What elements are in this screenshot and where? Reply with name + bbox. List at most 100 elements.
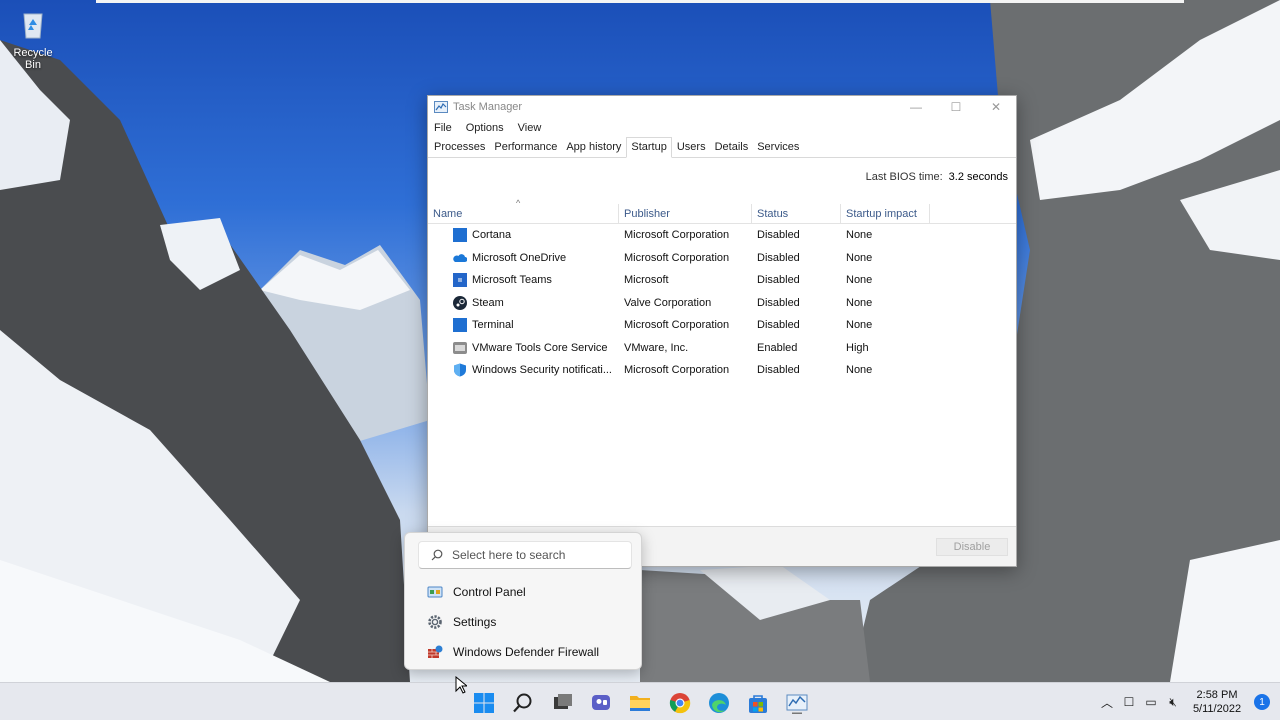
tab-users[interactable]: Users — [673, 138, 710, 157]
row-name: Microsoft Teams — [472, 274, 552, 287]
row-status: Enabled — [757, 341, 798, 354]
close-button[interactable]: ✕ — [976, 96, 1016, 118]
volume-muted-icon[interactable]: 🔇︎ — [1162, 683, 1184, 720]
tab-bar: Processes Performance App history Startu… — [428, 137, 1016, 158]
menu-options[interactable]: Options — [466, 122, 504, 134]
row-status: Disabled — [757, 364, 800, 377]
row-impact: None — [846, 229, 873, 242]
flyout-item-label: Windows Defender Firewall — [453, 645, 600, 659]
notification-badge[interactable]: 1 — [1254, 694, 1270, 710]
tray-app-icon[interactable]: ☐ — [1118, 683, 1140, 720]
tab-app-history[interactable]: App history — [562, 138, 625, 157]
startup-table: ^ Name Publisher Status Startup impact C… — [428, 198, 1016, 382]
menu-view[interactable]: View — [518, 122, 542, 134]
row-status: Disabled — [757, 251, 800, 264]
column-status[interactable]: Status — [752, 204, 841, 223]
edge-icon[interactable] — [708, 692, 730, 714]
column-startup-impact[interactable]: Startup impact — [841, 204, 930, 223]
store-icon[interactable] — [747, 692, 769, 714]
row-name: Cortana — [472, 229, 512, 242]
bios-time: Last BIOS time: 3.2 seconds — [866, 171, 1008, 183]
tab-services[interactable]: Services — [753, 138, 803, 157]
search-input[interactable]: Select here to search — [418, 541, 632, 569]
row-name: Windows Security notificati... — [472, 364, 612, 377]
control-panel-icon — [427, 586, 443, 598]
table-row[interactable]: Steam Valve Corporation Disabled None — [428, 292, 1016, 315]
chrome-icon[interactable] — [669, 692, 691, 714]
row-name: Terminal — [472, 319, 514, 332]
start-search-flyout: Select here to search Control Panel Sett… — [404, 532, 642, 670]
taskbar: ︿ ☐ ▭ 🔇︎ 2:58 PM 5/11/2022 1 — [0, 682, 1280, 720]
table-row[interactable]: VMware Tools Core Service VMware, Inc. E… — [428, 337, 1016, 360]
disable-button[interactable]: Disable — [936, 538, 1008, 556]
shield-icon — [454, 363, 466, 377]
row-name: Microsoft OneDrive — [472, 251, 567, 264]
row-impact: None — [846, 274, 873, 287]
table-row[interactable]: Cortana Microsoft Corporation Disabled N… — [428, 224, 1016, 247]
mouse-cursor-icon — [455, 676, 467, 694]
flyout-item-control-panel[interactable]: Control Panel — [427, 582, 526, 602]
file-explorer-icon[interactable] — [629, 692, 651, 714]
clock-date: 5/11/2022 — [1192, 703, 1242, 715]
table-header: ^ Name Publisher Status Startup impact — [428, 198, 1016, 224]
row-publisher: Microsoft Corporation — [624, 229, 730, 242]
tab-processes[interactable]: Processes — [430, 138, 489, 157]
flyout-item-settings[interactable]: Settings — [427, 612, 496, 632]
row-publisher: VMware, Inc. — [624, 341, 689, 354]
bios-value: 3.2 seconds — [948, 171, 1008, 183]
row-status: Disabled — [757, 229, 800, 242]
row-publisher: Valve Corporation — [624, 296, 712, 309]
row-name: VMware Tools Core Service — [472, 341, 608, 354]
search-icon — [431, 549, 443, 561]
clock-time: 2:58 PM — [1196, 689, 1238, 701]
onedrive-icon — [453, 253, 467, 262]
clock[interactable]: 2:58 PM 5/11/2022 — [1184, 688, 1250, 716]
recycle-bin[interactable]: Recycle Bin — [4, 8, 62, 71]
task-view-icon[interactable] — [552, 692, 574, 714]
recycle-bin-label: Recycle Bin — [13, 47, 53, 71]
table-row[interactable]: Windows Security notificati... Microsoft… — [428, 359, 1016, 382]
gear-icon — [428, 615, 442, 629]
tab-startup[interactable]: Startup — [626, 137, 672, 158]
minimize-button[interactable]: — — [896, 96, 936, 118]
row-publisher: Microsoft Corporation — [624, 364, 730, 377]
steam-icon — [453, 295, 467, 310]
search-placeholder: Select here to search — [452, 548, 566, 562]
network-icon[interactable]: ▭ — [1140, 683, 1162, 720]
row-status: Disabled — [757, 274, 800, 287]
row-name: Steam — [472, 296, 504, 309]
search-icon[interactable] — [512, 692, 534, 714]
start-windows-icon[interactable] — [473, 692, 495, 714]
vmware-icon — [453, 341, 467, 354]
window-title: Task Manager — [453, 101, 523, 113]
sort-up-icon: ^ — [516, 198, 521, 208]
flyout-item-label: Settings — [453, 615, 497, 629]
tab-details[interactable]: Details — [711, 138, 753, 157]
flyout-item-firewall[interactable]: Windows Defender Firewall — [427, 642, 599, 662]
tab-performance[interactable]: Performance — [490, 138, 561, 157]
menu-file[interactable]: File — [434, 122, 452, 134]
row-status: Disabled — [757, 296, 800, 309]
row-publisher: Microsoft Corporation — [624, 251, 730, 264]
table-row[interactable]: Microsoft Teams Microsoft Disabled None — [428, 269, 1016, 292]
chat-icon[interactable] — [590, 692, 612, 714]
top-edge — [96, 0, 1184, 3]
row-impact: None — [846, 251, 873, 264]
column-name[interactable]: Name — [428, 204, 619, 223]
firewall-icon — [428, 645, 443, 658]
chevron-up-icon[interactable]: ︿ — [1096, 683, 1118, 720]
menu-bar: File Options View — [428, 118, 1016, 137]
row-impact: High — [846, 341, 869, 354]
table-row[interactable]: Terminal Microsoft Corporation Disabled … — [428, 314, 1016, 337]
task-manager-icon — [434, 101, 448, 113]
maximize-button[interactable]: ☐ — [936, 96, 976, 118]
column-publisher[interactable]: Publisher — [619, 204, 752, 223]
row-publisher: Microsoft Corporation — [624, 319, 730, 332]
terminal-icon — [453, 318, 467, 333]
row-impact: None — [846, 364, 873, 377]
task-manager-taskbar-icon[interactable] — [786, 692, 808, 714]
task-manager-window[interactable]: Task Manager — ☐ ✕ File Options View Pro… — [427, 95, 1017, 567]
table-row[interactable]: Microsoft OneDrive Microsoft Corporation… — [428, 247, 1016, 270]
recycle-bin-icon — [23, 13, 43, 39]
cortana-icon — [453, 228, 467, 243]
